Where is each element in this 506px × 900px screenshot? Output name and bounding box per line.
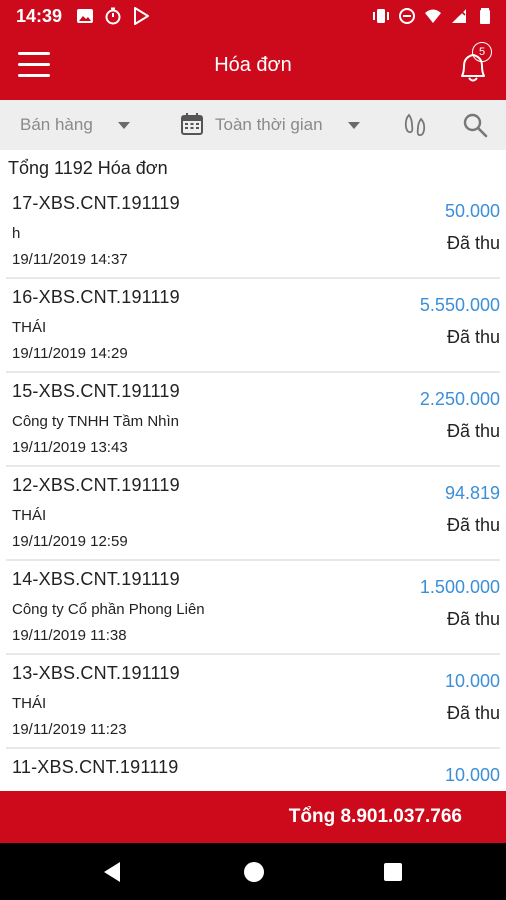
- home-icon[interactable]: [244, 862, 264, 882]
- footer-total-bar: Tổng 8.901.037.766: [0, 791, 506, 843]
- invoice-code: 11-XBS.CNT.191119: [12, 757, 179, 777]
- invoice-date: 19/11/2019 11:23: [12, 721, 127, 738]
- invoice-amount: 94.819: [444, 483, 500, 503]
- chevron-down-icon[interactable]: [348, 122, 360, 129]
- invoice-date: 19/11/2019 12:59: [12, 533, 128, 550]
- notification-badge: 5: [472, 42, 492, 62]
- invoice-row[interactable]: 12-XBS.CNT.191119 THÁI 19/11/2019 12:59 …: [6, 467, 500, 561]
- calendar-icon[interactable]: [180, 112, 204, 136]
- invoice-status: Đã thu: [446, 609, 500, 629]
- time-filter-dropdown[interactable]: Toàn thời gian: [215, 115, 323, 135]
- invoice-customer: Công ty Cổ phần Phong Liên: [12, 601, 205, 618]
- invoice-amount: 10.000: [444, 671, 500, 691]
- invoice-customer: THÁI: [12, 695, 47, 712]
- invoice-amount: 2.250.000: [419, 389, 500, 409]
- image-icon: [77, 9, 93, 23]
- invoice-amount: 10.000: [444, 765, 500, 785]
- no-signal-icon: [452, 8, 466, 23]
- chevron-down-icon[interactable]: [118, 122, 130, 129]
- invoice-row[interactable]: 16-XBS.CNT.191119 THÁI 19/11/2019 14:29 …: [6, 279, 500, 373]
- search-icon[interactable]: [462, 112, 488, 138]
- footprints-icon[interactable]: [402, 111, 428, 139]
- invoice-date: 19/11/2019 14:37: [12, 251, 128, 268]
- invoice-amount: 1.500.000: [419, 577, 500, 597]
- battery-icon: [480, 8, 490, 24]
- invoice-row[interactable]: 11-XBS.CNT.191119 10.000: [6, 749, 500, 791]
- status-bar: 14:39: [0, 0, 506, 32]
- vibrate-icon: [373, 9, 389, 23]
- do-not-disturb-icon: [399, 8, 415, 24]
- invoice-status: Đã thu: [446, 515, 500, 535]
- invoice-status: Đã thu: [446, 233, 500, 253]
- invoice-row[interactable]: 14-XBS.CNT.191119 Công ty Cổ phần Phong …: [6, 561, 500, 655]
- invoice-code: 16-XBS.CNT.191119: [12, 287, 180, 307]
- system-nav-bar: [0, 843, 506, 900]
- filter-bar: Bán hàng Toàn thời gian: [0, 100, 506, 150]
- invoice-row[interactable]: 13-XBS.CNT.191119 THÁI 19/11/2019 11:23 …: [6, 655, 500, 749]
- invoice-status: Đã thu: [446, 327, 500, 347]
- invoice-customer: Công ty TNHH Tầm Nhìn: [12, 413, 179, 430]
- sales-filter-dropdown[interactable]: Bán hàng: [20, 115, 93, 135]
- wifi-icon: [425, 9, 441, 23]
- notifications-button[interactable]: 5: [456, 42, 492, 86]
- invoice-code: 13-XBS.CNT.191119: [12, 663, 180, 683]
- invoice-code: 15-XBS.CNT.191119: [12, 381, 180, 401]
- invoice-total-count: Tổng 1192 Hóa đơn: [8, 158, 168, 178]
- invoice-code: 12-XBS.CNT.191119: [12, 475, 180, 495]
- back-icon[interactable]: [104, 862, 120, 882]
- invoice-status: Đã thu: [446, 703, 500, 723]
- invoice-amount: 5.550.000: [419, 295, 500, 315]
- invoice-list[interactable]: 17-XBS.CNT.191119 h 19/11/2019 14:37 50.…: [0, 185, 506, 791]
- invoice-amount: 50.000: [444, 201, 500, 221]
- play-store-icon: [134, 7, 149, 25]
- grand-total: Tổng 8.901.037.766: [288, 806, 462, 827]
- recent-apps-icon[interactable]: [384, 863, 402, 881]
- invoice-row[interactable]: 15-XBS.CNT.191119 Công ty TNHH Tầm Nhìn …: [6, 373, 500, 467]
- status-left-icons: [76, 7, 150, 25]
- invoice-code: 14-XBS.CNT.191119: [12, 569, 180, 589]
- invoice-customer: THÁI: [12, 319, 47, 336]
- status-right-icons: [372, 7, 494, 25]
- invoice-customer: h: [12, 225, 21, 242]
- app-bar: Hóa đơn 5: [0, 32, 506, 100]
- timer-icon: [105, 7, 121, 25]
- invoice-date: 19/11/2019 13:43: [12, 439, 128, 456]
- invoice-customer: THÁI: [12, 507, 47, 524]
- invoice-date: 19/11/2019 14:29: [12, 345, 128, 362]
- page-title: Hóa đơn: [214, 54, 292, 76]
- invoice-code: 17-XBS.CNT.191119: [12, 193, 180, 213]
- invoice-date: 19/11/2019 11:38: [12, 627, 127, 644]
- invoice-status: Đã thu: [446, 421, 500, 441]
- status-time: 14:39: [16, 6, 63, 26]
- invoice-row[interactable]: 17-XBS.CNT.191119 h 19/11/2019 14:37 50.…: [6, 185, 500, 279]
